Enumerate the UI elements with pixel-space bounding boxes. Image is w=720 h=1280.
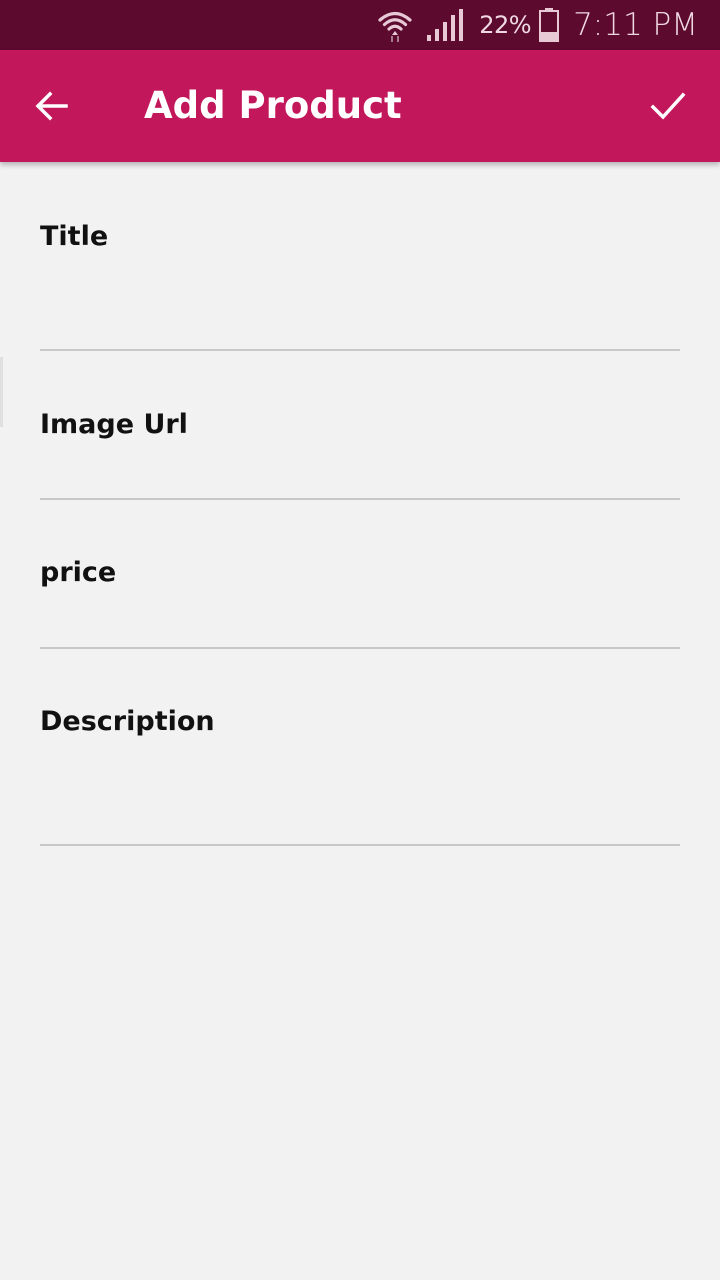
arrow-back-icon xyxy=(35,91,68,121)
drawer-edge-handle[interactable] xyxy=(0,357,3,427)
check-icon xyxy=(650,92,686,120)
title-label: Title xyxy=(40,221,109,252)
title-field: Title xyxy=(40,162,680,351)
description-field: Description xyxy=(40,649,680,846)
signal-icon xyxy=(427,9,464,41)
back-button[interactable] xyxy=(22,76,82,136)
description-input[interactable] xyxy=(40,734,680,844)
battery-icon xyxy=(539,8,560,42)
page-title: Add Product xyxy=(144,84,402,127)
image-url-label: Image Url xyxy=(40,409,188,440)
price-field: price xyxy=(40,500,680,649)
price-label: price xyxy=(40,557,117,588)
status-icons: 22% 7:11 PM xyxy=(377,0,698,50)
image-url-field: Image Url xyxy=(40,351,680,500)
status-bar: 22% 7:11 PM xyxy=(0,0,720,50)
app-bar: Add Product xyxy=(0,50,720,162)
title-input[interactable] xyxy=(40,289,680,349)
battery-percentage: 22% xyxy=(479,11,532,39)
clock: 7:11 PM xyxy=(573,7,698,43)
save-button[interactable] xyxy=(638,76,698,136)
price-input[interactable] xyxy=(40,587,680,647)
add-product-form: Title Image Url price Description xyxy=(40,162,680,846)
wifi-icon xyxy=(378,11,412,42)
image-url-input[interactable] xyxy=(40,438,680,498)
